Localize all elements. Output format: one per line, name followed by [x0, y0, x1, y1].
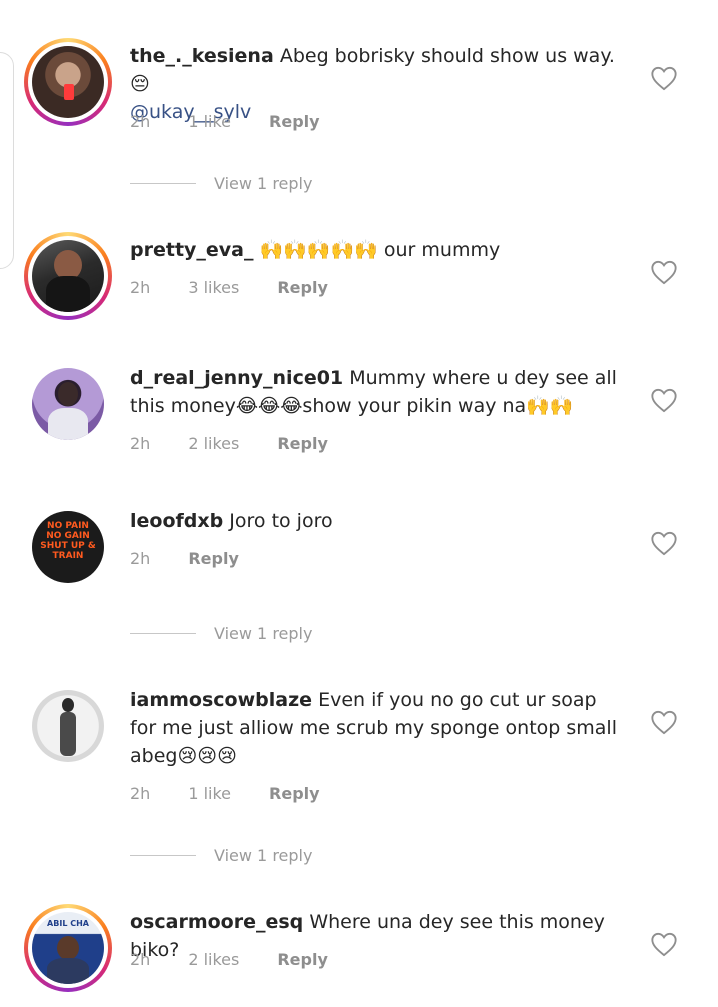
avatar[interactable] [32, 368, 104, 440]
comment-body: 🙌🙌🙌🙌🙌 our mummy [259, 239, 501, 261]
comment-text: pretty_eva_ 🙌🙌🙌🙌🙌 our mummy [130, 236, 620, 264]
reply-button[interactable]: Reply [277, 434, 328, 453]
comment-time: 2h [130, 784, 151, 803]
avatar[interactable] [32, 690, 104, 762]
reply-button[interactable]: Reply [269, 112, 320, 131]
like-count[interactable]: 2 likes [188, 434, 239, 453]
heart-outline-icon[interactable] [650, 65, 678, 91]
comment-username[interactable]: leoofdxb [130, 510, 223, 532]
comment-body: Joro to joro [229, 510, 333, 532]
comment-text: leoofdxb Joro to joro [130, 507, 620, 535]
avatar-story-ring[interactable] [24, 232, 112, 320]
view-replies-button[interactable]: View 1 reply [130, 846, 312, 865]
comment-username[interactable]: the_._kesiena [130, 45, 274, 67]
comment-time: 2h [130, 549, 151, 568]
divider-line [130, 633, 196, 634]
reply-button[interactable]: Reply [188, 549, 239, 568]
comment-username[interactable]: pretty_eva_ [130, 239, 254, 261]
comment-username[interactable]: oscarmoore_esq [130, 911, 303, 933]
reply-button[interactable]: Reply [277, 950, 328, 969]
avatar-shirt-text: NO PAIN NO GAIN SHUT UP & TRAIN [40, 521, 96, 561]
avatar-story-ring[interactable] [24, 38, 112, 126]
comment-username[interactable]: d_real_jenny_nice01 [130, 367, 343, 389]
view-replies-button[interactable]: View 1 reply [130, 174, 312, 193]
comment-time: 2h [130, 950, 151, 969]
divider-line [130, 183, 196, 184]
heart-outline-icon[interactable] [650, 709, 678, 735]
comment-time: 2h [130, 434, 151, 453]
avatar-badge-text: ABIL CHA [47, 919, 89, 928]
comment-time: 2h [130, 278, 151, 297]
reply-button[interactable]: Reply [277, 278, 328, 297]
comment-text: d_real_jenny_nice01 Mummy where u dey se… [130, 364, 620, 420]
like-count[interactable]: 1 like [188, 784, 231, 803]
heart-outline-icon[interactable] [650, 387, 678, 413]
view-replies-label: View 1 reply [214, 624, 313, 643]
avatar: ABIL CHA [32, 912, 104, 984]
avatar [32, 46, 104, 118]
view-replies-button[interactable]: View 1 reply [130, 624, 312, 643]
like-count[interactable]: 2 likes [188, 950, 239, 969]
heart-outline-icon[interactable] [650, 259, 678, 285]
like-count[interactable]: 3 likes [188, 278, 239, 297]
comment-text: iammoscowblaze Even if you no go cut ur … [130, 686, 620, 770]
divider-line [130, 855, 196, 856]
avatar[interactable]: NO PAIN NO GAIN SHUT UP & TRAIN [32, 511, 104, 583]
view-replies-label: View 1 reply [214, 846, 313, 865]
side-panel-edge [0, 52, 14, 269]
comment-username[interactable]: iammoscowblaze [130, 689, 312, 711]
heart-outline-icon[interactable] [650, 931, 678, 957]
like-count[interactable]: 1 like [188, 112, 231, 131]
comment-time: 2h [130, 112, 151, 131]
heart-outline-icon[interactable] [650, 530, 678, 556]
view-replies-label: View 1 reply [214, 174, 313, 193]
avatar [32, 240, 104, 312]
reply-button[interactable]: Reply [269, 784, 320, 803]
avatar-story-ring[interactable]: ABIL CHA [24, 904, 112, 992]
